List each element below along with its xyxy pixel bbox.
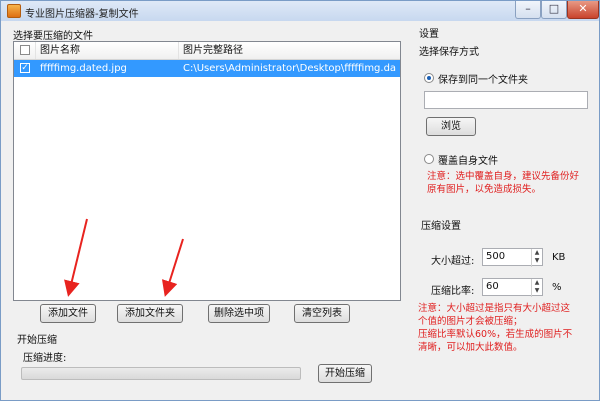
- app-window: 专业图片压缩器-复制文件 – □ ✕ 选择要压缩的文件 图片名称 图片完整路径 …: [0, 0, 600, 401]
- minimize-button[interactable]: –: [515, 1, 541, 19]
- app-icon: [7, 4, 21, 18]
- maximize-button[interactable]: □: [541, 1, 567, 19]
- arrow-to-add-folder: [161, 238, 184, 297]
- client-area: 选择要压缩的文件 图片名称 图片完整路径 ✓ fffffimg.dated.jp…: [1, 21, 599, 400]
- annotation-arrows: [64, 218, 184, 297]
- close-button[interactable]: ✕: [567, 1, 599, 19]
- arrow-to-add-file: [64, 218, 88, 297]
- title-bar: 专业图片压缩器-复制文件 – □ ✕: [1, 1, 599, 22]
- window-title: 专业图片压缩器-复制文件: [25, 9, 139, 20]
